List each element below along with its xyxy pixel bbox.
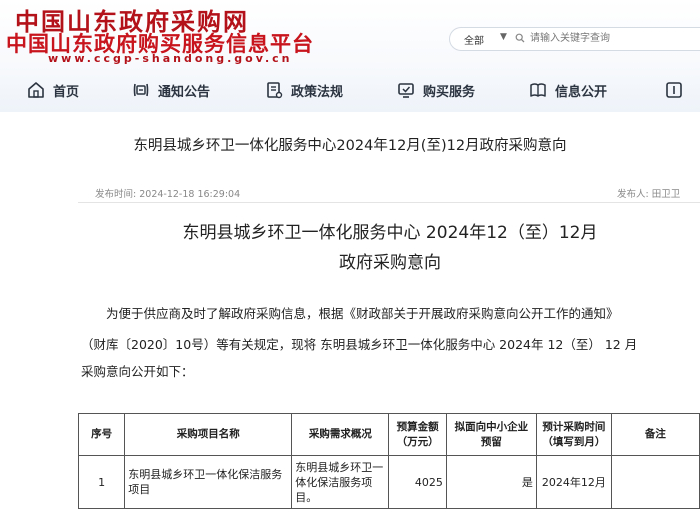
nav-item-label: 信息公开	[555, 84, 608, 100]
main-nav: 首页 通知公告 政策法规 购买服务 信息公开	[0, 74, 700, 106]
home-icon	[28, 82, 44, 98]
cell-index: 1	[77, 455, 126, 509]
procurement-table: 序号 采购项目名称 采购需求概况 预算金额（万元） 拟面向中小企业预留 预计采购…	[77, 413, 700, 509]
nav-item-home[interactable]: 首页	[26, 78, 79, 102]
publisher-value: 田卫卫	[651, 189, 681, 200]
table-row: 1 东明县城乡环卫一体化保洁服务项目 东明县城乡环卫一体化保洁服务项目。 402…	[77, 455, 700, 509]
column-header: 预计采购时间（填写到月）	[535, 413, 612, 456]
search-input[interactable]	[530, 30, 700, 46]
divider	[78, 202, 700, 203]
search-icon[interactable]	[515, 33, 525, 43]
column-header: 采购项目名称	[124, 413, 293, 456]
document-subtitle: 政府采购意向	[339, 253, 441, 273]
nav-item-disclosure[interactable]: 信息公开	[528, 78, 607, 102]
column-header: 采购需求概况	[291, 413, 390, 456]
nav-item-notices[interactable]: 通知公告	[131, 78, 210, 102]
article-title: 东明县城乡环卫一体化服务中心2024年12月(至)12月政府采购意向	[133, 138, 567, 154]
info-icon	[530, 83, 546, 97]
intro-paragraph-line: （财库〔2020〕10号）等有关规定，现将 东明县城乡环卫一体化服务中心 202…	[81, 337, 638, 352]
column-header: 拟面向中小企业预留	[445, 413, 537, 456]
nav-item-services[interactable]: 购买服务	[396, 78, 475, 102]
nav-item-label: 首页	[53, 84, 80, 100]
nav-item-label: 购买服务	[423, 84, 476, 100]
site-header: 中国山东政府采购网 中国山东政府购买服务信息平台 www.ccgp-shando…	[0, 0, 700, 112]
nav-item-more[interactable]	[664, 78, 691, 102]
service-icon	[398, 83, 414, 98]
cell-project-name: 东明县城乡环卫一体化保洁服务项目	[124, 455, 293, 509]
cell-purchase-time: 2024年12月	[535, 455, 612, 509]
site-logo-url: www.ccgp-shandong.gov.cn	[48, 52, 293, 65]
column-header: 预算金额（万元）	[388, 413, 447, 456]
column-header: 序号	[77, 413, 126, 456]
policy-icon	[267, 82, 283, 99]
cell-sme-reserved: 是	[445, 455, 537, 509]
column-header: 备注	[610, 413, 700, 456]
table-header-row: 序号 采购项目名称 采购需求概况 预算金额（万元） 拟面向中小企业预留 预计采购…	[77, 413, 700, 456]
cell-summary: 东明县城乡环卫一体化保洁服务项目。	[291, 455, 390, 509]
publisher-label: 发布人:	[617, 189, 649, 200]
intro-paragraph-line: 采购意向公开如下：	[81, 364, 194, 379]
search-scope-select[interactable]: 全部	[464, 32, 484, 47]
notice-icon	[133, 83, 149, 97]
intro-paragraph-line: 为便于供应商及时了解政府采购信息，根据《财政部关于开展政府采购意向公开工作的通知…	[106, 306, 619, 321]
publish-date: 发布时间: 2024-12-18 16:29:04	[95, 186, 240, 200]
chevron-down-icon[interactable]: ▼	[500, 32, 507, 42]
search-bar: 全部 ▼	[449, 27, 700, 51]
document-title: 东明县城乡环卫一体化服务中心 2024年12（至）12月	[182, 223, 598, 243]
publish-date-label: 发布时间:	[95, 189, 137, 200]
publish-date-value: 2024-12-18 16:29:04	[139, 189, 241, 200]
cell-budget: 4025	[388, 455, 447, 509]
cell-remark	[610, 455, 700, 509]
nav-item-policy[interactable]: 政策法规	[264, 78, 343, 102]
more-icon	[666, 82, 682, 98]
publisher: 发布人: 田卫卫	[617, 186, 680, 200]
nav-item-label: 政策法规	[291, 84, 344, 100]
nav-item-label: 通知公告	[158, 84, 211, 100]
